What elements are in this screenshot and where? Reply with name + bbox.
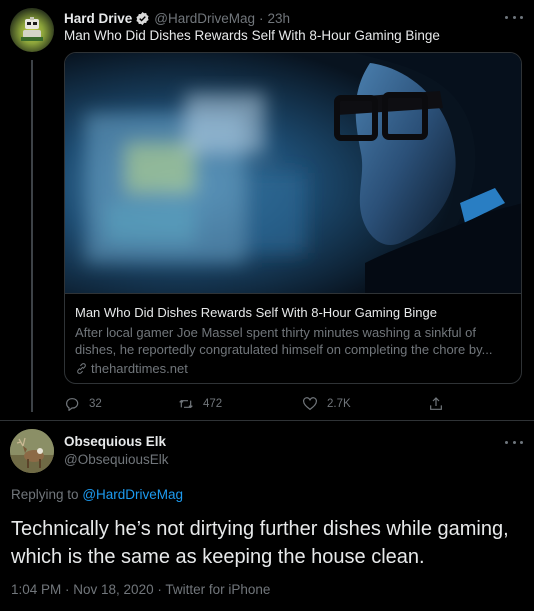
more-options-icon[interactable] [505, 12, 523, 22]
like-button[interactable]: 2.7K [302, 395, 351, 413]
like-icon [303, 397, 317, 411]
author-name[interactable]: Hard Drive [64, 11, 132, 26]
time-ago[interactable]: 23h [268, 11, 291, 26]
reply-author-name[interactable]: Obsequious Elk [64, 434, 166, 449]
like-count: 2.7K [327, 398, 351, 410]
reply-button[interactable]: 32 [64, 395, 102, 413]
reply-icon [66, 398, 79, 411]
link-card[interactable]: Man Who Did Dishes Rewards Self With 8-H… [64, 52, 522, 384]
robot-logo-icon [21, 17, 43, 41]
retweet-count: 472 [203, 398, 223, 410]
verified-icon [136, 11, 149, 25]
hard-drive-avatar[interactable] [10, 8, 54, 52]
elk-photo [10, 429, 54, 473]
tweet-text: Man Who Did Dishes Rewards Self With 8-H… [64, 28, 440, 43]
obsequious-elk-avatar[interactable] [10, 429, 54, 473]
card-body: Man Who Did Dishes Rewards Self With 8-H… [65, 293, 521, 383]
tweet-actions: 32 472 2.7K [64, 395, 494, 413]
share-button[interactable] [428, 395, 453, 413]
author-handle[interactable]: @HardDriveMag [154, 11, 255, 26]
card-domain: thehardtimes.net [75, 360, 513, 377]
tweet-header: Hard Drive @HardDriveMag · 23h [64, 9, 290, 27]
link-icon [77, 363, 86, 374]
reply-author-handle[interactable]: @ObsequiousElk [64, 452, 169, 467]
retweet-icon [179, 399, 193, 409]
reply-text: Technically he’s not dirtying further di… [11, 518, 509, 568]
time-separator: · [259, 10, 264, 26]
card-image [65, 53, 521, 293]
replying-to-handle-link[interactable]: @HardDriveMag [82, 487, 183, 502]
card-title: Man Who Did Dishes Rewards Self With 8-H… [75, 305, 437, 320]
retweet-button[interactable]: 472 [178, 395, 222, 413]
card-description-line-1: After local gamer Joe Massel spent thirt… [75, 325, 477, 340]
share-icon [430, 397, 442, 410]
replying-to-line: Replying to @HardDriveMag [11, 487, 183, 502]
original-tweet[interactable]: Hard Drive @HardDriveMag · 23h Man Who D… [0, 0, 534, 420]
thread-connector-line [31, 60, 33, 412]
gamer-photo [65, 53, 521, 293]
tweet-divider [0, 420, 534, 421]
reply-timestamp[interactable]: 1:04 PM · Nov 18, 2020 · Twitter for iPh… [11, 582, 270, 597]
card-domain-text: thehardtimes.net [91, 361, 188, 376]
replying-to-label: Replying to [11, 487, 79, 502]
card-description-line-2: dishes, he reportedly congratulated hims… [75, 342, 493, 357]
reply-more-options-icon[interactable] [505, 437, 523, 447]
reply-count: 32 [89, 398, 102, 410]
